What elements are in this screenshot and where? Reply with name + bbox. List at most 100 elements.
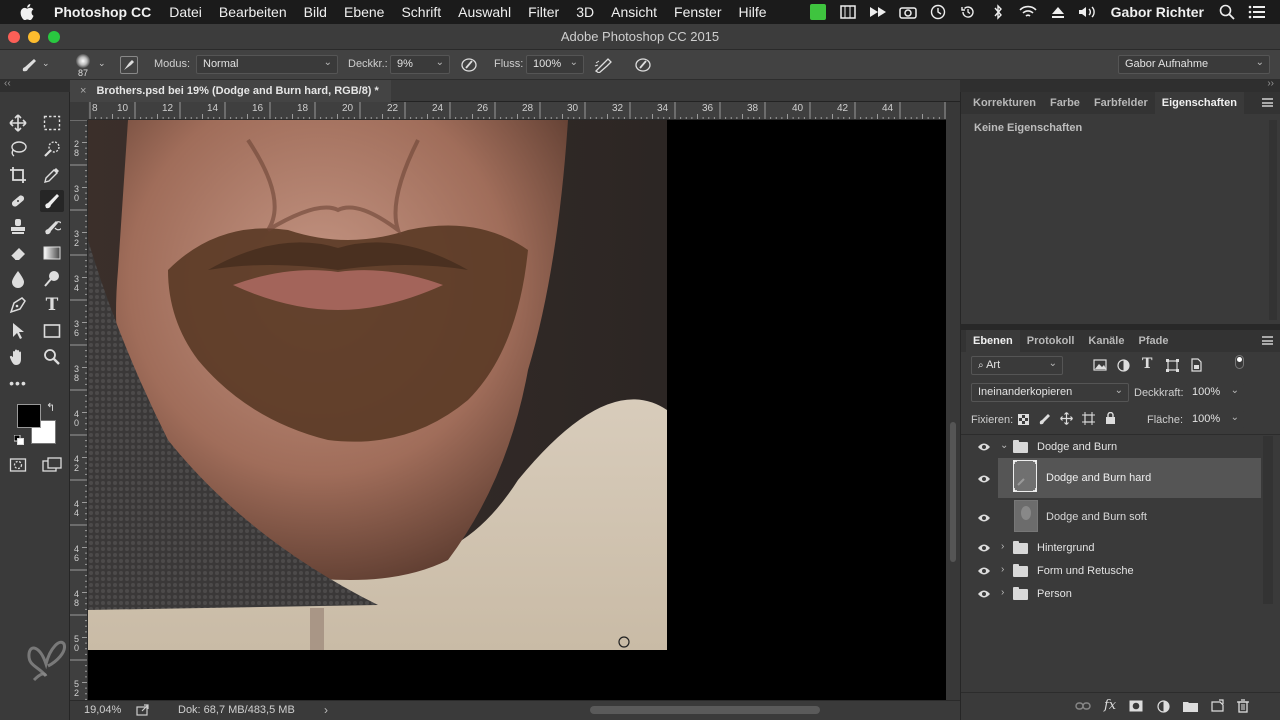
layer-row-group-form-und-retusche[interactable]: › Form und Retusche <box>963 560 1261 582</box>
move-tool-icon[interactable] <box>6 112 30 134</box>
panel-menu-icon[interactable] <box>1262 336 1273 345</box>
eye-icon[interactable] <box>977 566 991 576</box>
close-document-icon[interactable]: × <box>80 85 86 97</box>
pressure-opacity-icon[interactable] <box>460 57 478 76</box>
new-adjustment-layer-icon[interactable] <box>1157 700 1170 716</box>
layer-opacity-field[interactable]: 100% ⌄ <box>1185 383 1245 402</box>
minimize-window-button[interactable] <box>28 31 40 43</box>
lock-position-icon[interactable] <box>1060 412 1073 428</box>
horizontal-scroll-thumb[interactable] <box>590 706 820 714</box>
document-tab[interactable]: × Brothers.psd bei 19% (Dodge and Burn h… <box>70 80 391 102</box>
quick-selection-tool-icon[interactable] <box>40 138 64 160</box>
status-menu-chevron-icon[interactable]: › <box>324 703 328 717</box>
lock-all-icon[interactable] <box>1105 411 1116 428</box>
layer-row-dodge-and-burn-hard[interactable]: Dodge and Burn hard <box>998 458 1261 498</box>
eject-icon[interactable] <box>1047 3 1069 21</box>
tab-farbfelder[interactable]: Farbfelder <box>1087 97 1155 114</box>
eraser-tool-icon[interactable] <box>6 242 30 264</box>
filter-type-icon[interactable]: T <box>1142 356 1152 372</box>
link-layers-icon[interactable] <box>1075 701 1091 714</box>
chevron-down-icon[interactable]: ⌄ <box>42 58 50 69</box>
volume-icon[interactable] <box>1077 3 1099 21</box>
green-app-icon[interactable] <box>807 3 829 21</box>
menu-app-name[interactable]: Photoshop CC <box>54 4 151 20</box>
foreground-color-swatch[interactable] <box>17 404 41 428</box>
menu-hilfe[interactable]: Hilfe <box>739 4 767 20</box>
opacity-field[interactable]: 9% ⌄ <box>390 55 450 74</box>
horizontal-ruler[interactable]: 8 10 12 14 16 18 20 22 24 26 28 30 32 34… <box>88 102 946 120</box>
more-tools-icon[interactable]: ••• <box>6 372 30 394</box>
chevron-right-icon[interactable]: › <box>1001 587 1004 598</box>
document-size-info[interactable]: Dok: 68,7 MB/483,5 MB <box>178 704 295 716</box>
pen-tool-icon[interactable] <box>6 294 30 316</box>
eye-icon[interactable] <box>977 543 991 553</box>
chevron-right-icon[interactable]: › <box>1001 541 1004 552</box>
filter-shape-icon[interactable] <box>1166 359 1179 375</box>
layer-row-group-hintergrund[interactable]: › Hintergrund <box>963 537 1261 559</box>
menu-fenster[interactable]: Fenster <box>674 4 721 20</box>
zoom-tool-icon[interactable] <box>40 346 64 368</box>
trash-icon[interactable] <box>1237 699 1249 716</box>
tab-kanaele[interactable]: Kanäle <box>1081 335 1131 352</box>
tab-korrekturen[interactable]: Korrekturen <box>966 97 1043 114</box>
chevron-down-icon[interactable]: ⌄ <box>1000 440 1008 451</box>
swap-colors-icon[interactable]: ↰ <box>46 401 55 414</box>
filter-smart-object-icon[interactable] <box>1190 358 1202 375</box>
eye-icon[interactable] <box>977 474 991 484</box>
rectangle-tool-icon[interactable] <box>40 320 64 342</box>
gradient-tool-icon[interactable] <box>40 242 64 264</box>
new-group-icon[interactable] <box>1183 701 1198 715</box>
filter-toggle-switch[interactable] <box>1235 355 1244 369</box>
tab-pfade[interactable]: Pfade <box>1131 335 1175 352</box>
crop-tool-icon[interactable] <box>6 164 30 186</box>
apple-menu-icon[interactable] <box>20 4 40 20</box>
eye-icon[interactable] <box>977 589 991 599</box>
path-selection-tool-icon[interactable] <box>6 320 30 342</box>
ruler-origin[interactable] <box>70 102 88 120</box>
layer-filter-dropdown[interactable]: ⌕ Art ⌄ <box>971 356 1063 375</box>
healing-brush-tool-icon[interactable] <box>6 190 30 212</box>
brush-tool-preset-icon[interactable] <box>20 57 38 76</box>
tab-eigenschaften[interactable]: Eigenschaften <box>1154 92 1244 114</box>
menu-bearbeiten[interactable]: Bearbeiten <box>219 4 287 20</box>
menu-auswahl[interactable]: Auswahl <box>458 4 511 20</box>
default-colors-icon[interactable] <box>13 434 24 445</box>
brush-tool-icon[interactable] <box>40 190 64 212</box>
properties-scrollbar[interactable] <box>1269 120 1277 320</box>
eyedropper-tool-icon[interactable] <box>40 164 64 186</box>
history-brush-tool-icon[interactable] <box>40 216 64 238</box>
panel-menu-icon[interactable] <box>1262 98 1273 107</box>
blur-tool-icon[interactable] <box>6 268 30 290</box>
grid-icon[interactable] <box>837 3 859 21</box>
lasso-tool-icon[interactable] <box>6 138 30 160</box>
menu-3d[interactable]: 3D <box>576 4 594 20</box>
tab-ebenen[interactable]: Ebenen <box>966 330 1020 352</box>
screen-mode-icon[interactable] <box>40 454 64 476</box>
forward-icon[interactable] <box>867 3 889 21</box>
notification-center-icon[interactable] <box>1246 3 1268 21</box>
clock-icon[interactable] <box>927 3 949 21</box>
menu-ansicht[interactable]: Ansicht <box>611 4 657 20</box>
lock-transparent-pixels-icon[interactable] <box>1018 414 1029 428</box>
eye-icon[interactable] <box>977 513 991 523</box>
marquee-tool-icon[interactable] <box>40 112 64 134</box>
brush-preview-icon[interactable] <box>76 54 90 68</box>
layer-row-group-dodge-and-burn[interactable]: ⌄ Dodge and Burn <box>963 436 1261 458</box>
clone-stamp-tool-icon[interactable] <box>6 216 30 238</box>
fill-field[interactable]: 100% ⌄ <box>1185 410 1245 429</box>
type-tool-icon[interactable]: T <box>40 294 64 316</box>
document-canvas[interactable] <box>88 120 946 700</box>
menu-filter[interactable]: Filter <box>528 4 559 20</box>
spotlight-search-icon[interactable] <box>1216 3 1238 21</box>
flow-field[interactable]: 100% ⌄ <box>526 55 584 74</box>
tab-protokoll[interactable]: Protokoll <box>1020 335 1082 352</box>
menu-ebene[interactable]: Ebene <box>344 4 384 20</box>
layer-row-dodge-and-burn-soft[interactable]: Dodge and Burn soft <box>998 498 1261 538</box>
chevron-right-icon[interactable]: › <box>1001 564 1004 575</box>
brush-panel-toggle-icon[interactable] <box>120 56 138 74</box>
zoom-window-button[interactable] <box>48 31 60 43</box>
layer-row-group-person[interactable]: › Person <box>963 583 1261 605</box>
eye-icon[interactable] <box>977 442 991 452</box>
filter-adjustment-icon[interactable] <box>1117 359 1130 375</box>
workspace-dropdown[interactable]: Gabor Aufnahme ⌄ <box>1118 55 1270 74</box>
